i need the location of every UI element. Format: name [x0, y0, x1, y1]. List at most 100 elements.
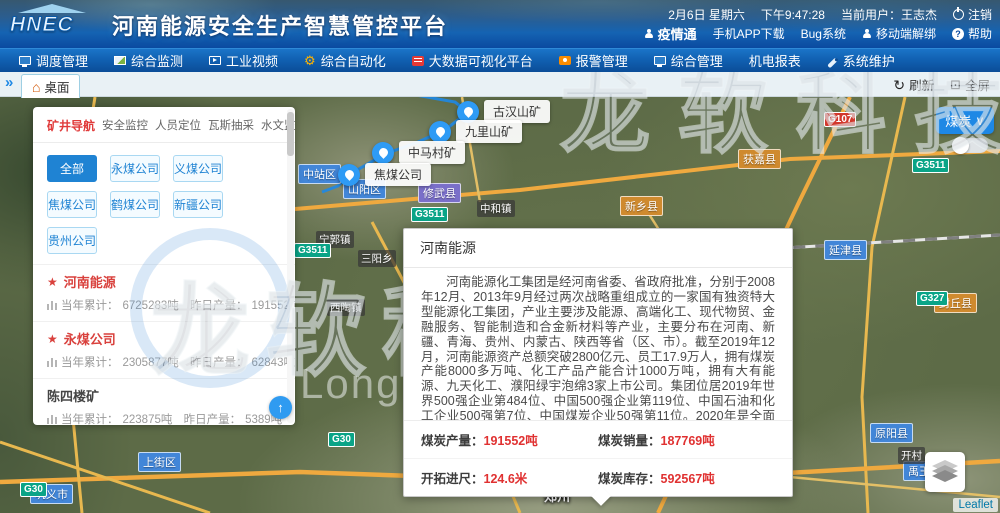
panel-tabs: 矿井导航 安全监控 人员定位 瓦斯抽采 水文监测	[33, 107, 295, 143]
map-label: 中和镇	[477, 200, 515, 217]
monitor-icon	[19, 56, 31, 65]
monitor-icon	[654, 56, 666, 65]
header-time: 下午9:47:28	[761, 6, 825, 23]
tab-safety-monitoring[interactable]: 安全监控	[102, 117, 148, 134]
road-shield: G3511	[411, 207, 448, 222]
nav-dispatch[interactable]: 调度管理	[6, 49, 101, 73]
power-icon	[953, 9, 964, 20]
chevron-down-icon: ∨	[975, 113, 985, 129]
gear-icon: ⚙	[304, 54, 316, 67]
nav-monitoring[interactable]: 综合监测	[101, 49, 196, 73]
layers-icon	[932, 460, 958, 484]
filter-yongmei[interactable]: 永煤公司	[110, 155, 160, 182]
mine-marker-jiaomei[interactable]: 焦煤公司	[338, 163, 431, 186]
road-shield: G30	[20, 482, 47, 497]
refresh-icon: ↻	[893, 78, 905, 92]
stat-coal-sales: 煤炭销量：187769吨	[598, 430, 775, 449]
filter-xinjiang[interactable]: 新疆公司	[173, 191, 223, 218]
map-label: 中站区	[298, 164, 341, 184]
bar-chart-icon	[47, 300, 57, 310]
mine-marker-zhongmacun[interactable]: 中马村矿	[372, 141, 465, 164]
road-shield: G107	[824, 112, 856, 127]
desktop-tabbar: » ⌂ 桌面 ↻刷新 ⊡全屏	[0, 72, 1000, 97]
refresh-button[interactable]: ↻刷新	[893, 75, 934, 94]
list-item[interactable]: ★河南能源 当年累计：6725283吨 昨日产量：191552吨	[33, 264, 295, 321]
star-icon: ★	[47, 275, 58, 289]
page-title: 河南能源安全生产智慧管控平台	[112, 9, 448, 41]
app-root: 中站区 山阳区 修武县 获嘉县 新乡县 延津县 封丘县 原阳县 上街区 巩义市 …	[0, 0, 1000, 513]
coal-layer-label: 煤炭	[945, 111, 971, 130]
link-epidemic[interactable]: 疫情通	[644, 24, 697, 43]
bar-chart-icon	[47, 357, 57, 367]
nav-general-management[interactable]: 综合管理	[641, 49, 736, 73]
logout-button[interactable]: 注销	[953, 6, 992, 23]
person-icon	[862, 29, 872, 39]
bar-chart-icon	[47, 414, 57, 424]
map-pin-icon	[429, 121, 451, 143]
nav-industrial-video[interactable]: 工业视频	[196, 49, 291, 73]
road-shield: G3511	[294, 243, 331, 258]
nav-electromechanical-report[interactable]: 机电报表	[736, 49, 814, 73]
popup-description: 河南能源化工集团是经河南省委、省政府批准，分别于2008年12月、2013年9月…	[404, 268, 792, 420]
tab-mine-navigation[interactable]: 矿井导航	[47, 117, 95, 134]
marker-label: 焦煤公司	[365, 163, 431, 186]
panel-scrollbar	[287, 109, 294, 423]
fullscreen-icon: ⊡	[950, 78, 961, 91]
mine-marker-jiulishan[interactable]: 九里山矿	[429, 120, 522, 143]
map-pin-icon	[372, 142, 394, 164]
road-shield: G3511	[912, 158, 949, 173]
tab-desktop[interactable]: ⌂ 桌面	[21, 74, 80, 98]
question-icon: ?	[952, 28, 964, 40]
home-icon: ⌂	[32, 80, 40, 94]
henan-energy-popup: 河南能源 河南能源化工集团是经河南省委、省政府批准，分别于2008年12月、20…	[403, 228, 793, 497]
filter-all[interactable]: 全部	[47, 155, 97, 182]
stat-coal-output: 煤炭产量：191552吨	[421, 430, 598, 449]
filter-hemei[interactable]: 鹤煤公司	[110, 191, 160, 218]
nav-automation[interactable]: ⚙综合自动化	[291, 49, 399, 73]
mine-list: ★河南能源 当年累计：6725283吨 昨日产量：191552吨 ★永煤公司 当…	[33, 264, 295, 425]
marker-label: 中马村矿	[399, 141, 465, 164]
nav-system-maintenance[interactable]: 系统维护	[814, 49, 908, 73]
filter-yimei[interactable]: 义煤公司	[173, 155, 223, 182]
company-filters: 全部 永煤公司 义煤公司 焦煤公司 鹤煤公司 新疆公司 贵州公司	[33, 143, 295, 264]
map-label: 上街区	[138, 452, 181, 472]
leaflet-attribution-link[interactable]: Leaflet	[953, 498, 998, 512]
map-label: 开村	[898, 447, 925, 464]
image-icon	[114, 56, 126, 65]
app-header: HNEC 河南能源安全生产智慧管控平台 2月6日 星期六 下午9:47:28 当…	[0, 0, 1000, 48]
layers-control-button[interactable]	[925, 452, 965, 492]
fullscreen-button[interactable]: ⊡全屏	[950, 75, 990, 94]
link-mobile-app[interactable]: 手机APP下载	[713, 25, 785, 42]
tab-personnel-location[interactable]: 人员定位	[155, 117, 201, 134]
map-label: 新乡县	[620, 196, 663, 216]
list-item[interactable]: ★永煤公司 当年累计：2305877吨 昨日产量：62843吨	[33, 321, 295, 378]
map-label: 获嘉县	[738, 149, 781, 169]
scroll-top-button[interactable]: ↑	[269, 396, 292, 419]
video-icon	[209, 56, 221, 65]
link-bug-system[interactable]: Bug系统	[801, 25, 846, 42]
mine-navigation-panel: 矿井导航 安全监控 人员定位 瓦斯抽采 水文监测 全部 永煤公司 义煤公司 焦煤…	[33, 107, 295, 425]
filter-jiaomei[interactable]: 焦煤公司	[47, 191, 97, 218]
logo-roof-icon	[18, 4, 86, 13]
wrench-icon	[827, 57, 838, 68]
stat-coal-stock: 煤炭库存：592567吨	[598, 468, 775, 487]
map-label: 修武县	[418, 183, 461, 203]
tab-gas-extraction[interactable]: 瓦斯抽采	[208, 117, 254, 134]
list-item[interactable]: 陈四楼矿 当年累计：223875吨 昨日产量：5389吨	[33, 378, 295, 425]
nav-bigdata-platform[interactable]: 大数据可视化平台	[399, 49, 546, 73]
road-shield: G30	[328, 432, 355, 447]
collapse-chevron-button[interactable]: »	[5, 74, 13, 91]
star-icon: ★	[47, 332, 58, 346]
map-label: 原阳县	[870, 423, 913, 443]
coal-layer-toggle[interactable]	[952, 138, 988, 153]
popup-title: 河南能源	[404, 229, 792, 268]
filter-guizhou[interactable]: 贵州公司	[47, 227, 97, 254]
coal-layer-button[interactable]: 煤炭 ∨	[936, 107, 994, 134]
link-help[interactable]: ?帮助	[952, 25, 992, 42]
road-shield: G327	[916, 291, 948, 306]
nav-alarm-management[interactable]: 报警管理	[546, 49, 641, 73]
scrollbar-thumb[interactable]	[287, 112, 294, 156]
stat-drivage-footage: 开拓进尺：124.6米	[421, 468, 598, 487]
link-unbind-mobile[interactable]: 移动端解绑	[862, 25, 936, 42]
map-label: 三阳乡	[358, 250, 396, 267]
